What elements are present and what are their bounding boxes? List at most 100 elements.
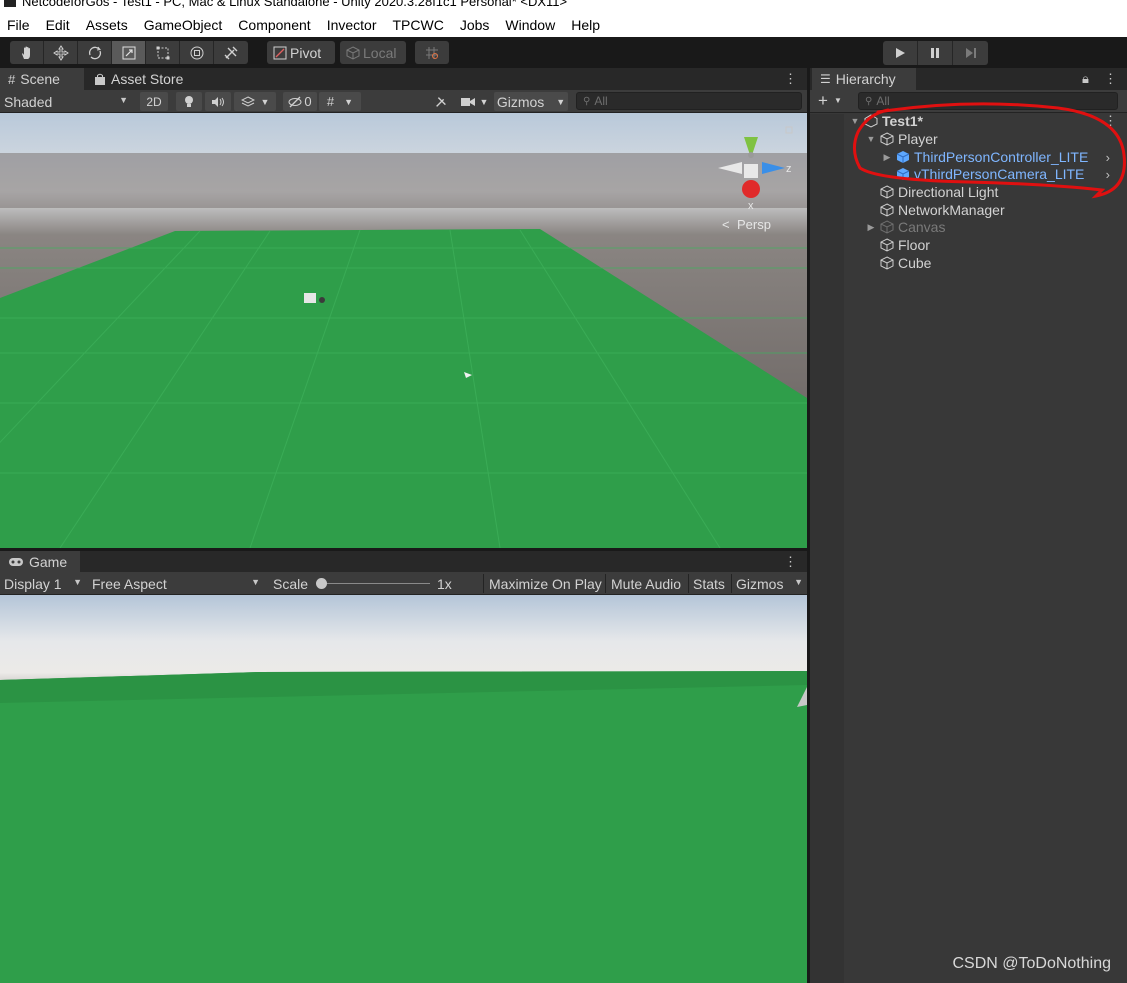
move-tool-button[interactable] bbox=[44, 41, 78, 64]
menu-component[interactable]: Component bbox=[230, 17, 318, 33]
audio-toggle[interactable] bbox=[205, 92, 231, 111]
hierarchy-menu-icon[interactable]: ⋮ bbox=[1104, 71, 1117, 87]
tab-game[interactable]: Game bbox=[0, 551, 80, 573]
persp-label[interactable]: Persp bbox=[737, 217, 771, 232]
dropdown-arrow-icon: ▼ bbox=[556, 96, 566, 107]
gizmo-axis-z: z bbox=[786, 163, 792, 175]
game-menu-icon[interactable]: ⋮ bbox=[784, 554, 797, 570]
grid-snap-button[interactable] bbox=[415, 41, 449, 64]
step-icon bbox=[965, 48, 976, 58]
rect-icon bbox=[156, 46, 169, 59]
lock-icon[interactable]: 🔒︎ bbox=[1082, 71, 1089, 87]
game-gizmos-dropdown[interactable]: Gizmos ▼ bbox=[731, 574, 807, 593]
watermark: CSDN @ToDoNothing bbox=[952, 955, 1111, 972]
scale-label-text: Scale bbox=[273, 575, 309, 592]
play-button[interactable] bbox=[883, 41, 918, 65]
hand-tool-button[interactable] bbox=[10, 41, 44, 64]
hidden-objects-toggle[interactable]: 0 bbox=[283, 92, 317, 111]
effects-dropdown[interactable]: ▼ bbox=[234, 92, 276, 111]
lighting-toggle[interactable] bbox=[176, 92, 202, 111]
rect-tool-button[interactable] bbox=[146, 41, 180, 64]
scene-tools-button[interactable] bbox=[430, 92, 452, 111]
menu-help[interactable]: Help bbox=[563, 17, 608, 33]
transform-tool-button[interactable] bbox=[180, 41, 214, 64]
transform-tools bbox=[10, 41, 248, 64]
mute-audio-toggle[interactable]: Mute Audio bbox=[605, 574, 687, 593]
create-plus-icon[interactable]: + bbox=[818, 91, 828, 111]
camera-dropdown[interactable]: ▼ bbox=[456, 92, 492, 111]
gizmos-dropdown[interactable]: Gizmos ▼ bbox=[494, 92, 568, 111]
game-toolbar: Display 1 ▼ Free Aspect ▼ Scale 1x Maxim… bbox=[0, 572, 807, 595]
dropdown-arrow-icon: ▼ bbox=[119, 95, 128, 105]
hierarchy-item-label: Canvas bbox=[898, 219, 946, 235]
step-button[interactable] bbox=[953, 41, 988, 65]
rotate-tool-button[interactable] bbox=[78, 41, 112, 64]
dropdown-arrow-icon: ▼ bbox=[73, 577, 82, 587]
toggle-2d-button[interactable]: 2D bbox=[140, 92, 168, 111]
scale-slider-track[interactable] bbox=[320, 583, 430, 584]
tools-icon bbox=[436, 96, 446, 107]
menu-edit[interactable]: Edit bbox=[38, 17, 78, 33]
pause-button[interactable] bbox=[918, 41, 953, 65]
menu-bar: File Edit Assets GameObject Component In… bbox=[0, 12, 1127, 37]
game-render bbox=[0, 595, 807, 983]
gamepad-icon bbox=[9, 558, 23, 566]
local-cube-icon bbox=[346, 45, 360, 60]
menu-tpcwc[interactable]: TPCWC bbox=[385, 17, 452, 33]
hand-icon bbox=[21, 46, 30, 59]
grid-dropdown[interactable]: # ▼ bbox=[319, 92, 361, 111]
tab-hierarchy[interactable]: ☰ Hierarchy bbox=[812, 68, 916, 90]
search-icon: ⚲ bbox=[583, 95, 591, 107]
speaker-icon bbox=[212, 96, 224, 107]
local-toggle[interactable]: Local bbox=[340, 41, 406, 64]
hierarchy-item-networkmanager[interactable]: NetworkManager bbox=[866, 201, 1005, 219]
scene-menu-icon[interactable]: ⋮ bbox=[784, 71, 797, 87]
menu-window[interactable]: Window bbox=[497, 17, 563, 33]
aspect-dropdown[interactable]: Free Aspect ▼ bbox=[92, 574, 264, 593]
tab-scene[interactable]: # Scene bbox=[0, 68, 84, 90]
dropdown-arrow-icon: ▼ bbox=[344, 96, 354, 107]
hidden-count: 0 bbox=[304, 94, 312, 109]
menu-invector[interactable]: Invector bbox=[319, 17, 385, 33]
game-viewport[interactable] bbox=[0, 595, 807, 983]
aspect-value: Free Aspect bbox=[92, 575, 167, 592]
scene-search-placeholder: All bbox=[594, 94, 608, 108]
layers-icon bbox=[240, 95, 255, 107]
red-annotation-circle bbox=[853, 102, 1126, 199]
pivot-toggle[interactable]: Pivot bbox=[267, 41, 335, 64]
custom-tool-button[interactable] bbox=[214, 41, 248, 64]
maximize-on-play-toggle[interactable]: Maximize On Play bbox=[483, 574, 603, 593]
rotate-icon bbox=[88, 46, 101, 59]
hierarchy-item-canvas[interactable]: ▶ Canvas bbox=[866, 218, 946, 236]
scale-slider-thumb[interactable] bbox=[316, 578, 327, 589]
menu-gameobject[interactable]: GameObject bbox=[136, 17, 231, 33]
gizmos-label: Gizmos bbox=[496, 93, 545, 110]
dropdown-arrow-icon[interactable]: ▼ bbox=[834, 96, 842, 105]
fold-collapsed-icon[interactable]: ▶ bbox=[866, 222, 876, 233]
dropdown-arrow-icon: ▼ bbox=[479, 96, 489, 107]
scene-viewport[interactable]: z x < Persp bbox=[0, 113, 807, 548]
scene-search-input[interactable]: ⚲ All bbox=[576, 92, 802, 110]
menu-assets[interactable]: Assets bbox=[78, 17, 136, 33]
persp-label-icon: < bbox=[722, 217, 730, 232]
hierarchy-item-cube[interactable]: Cube bbox=[866, 254, 931, 272]
menu-file[interactable]: File bbox=[0, 17, 38, 33]
display-dropdown[interactable]: Display 1 ▼ bbox=[4, 574, 86, 593]
draw-mode-dropdown[interactable]: Shaded ▼ bbox=[4, 92, 132, 111]
menu-jobs[interactable]: Jobs bbox=[452, 17, 498, 33]
hierarchy-item-floor[interactable]: Floor bbox=[866, 236, 930, 254]
tab-asset-store[interactable]: Asset Store bbox=[86, 68, 191, 90]
window-title: NetcodeforGos - Test1 - PC, Mac & Linux … bbox=[22, 0, 568, 9]
scene-grid-icon: # bbox=[8, 71, 16, 87]
local-label: Local bbox=[363, 44, 397, 61]
hierarchy-tab-bar: ☰ Hierarchy 🔒︎ ⋮ bbox=[810, 68, 1127, 90]
hierarchy-item-label: Floor bbox=[898, 237, 930, 253]
stats-label: Stats bbox=[693, 575, 725, 592]
game-tab-bar: Game ⋮ bbox=[0, 551, 807, 573]
unity-logo-icon bbox=[4, 0, 16, 7]
stats-toggle[interactable]: Stats bbox=[688, 574, 730, 593]
pivot-icon bbox=[273, 46, 287, 59]
scale-value-text: 1x bbox=[437, 575, 452, 592]
main-toolbar: Pivot Local bbox=[0, 37, 1127, 68]
scale-tool-button[interactable] bbox=[112, 41, 146, 64]
